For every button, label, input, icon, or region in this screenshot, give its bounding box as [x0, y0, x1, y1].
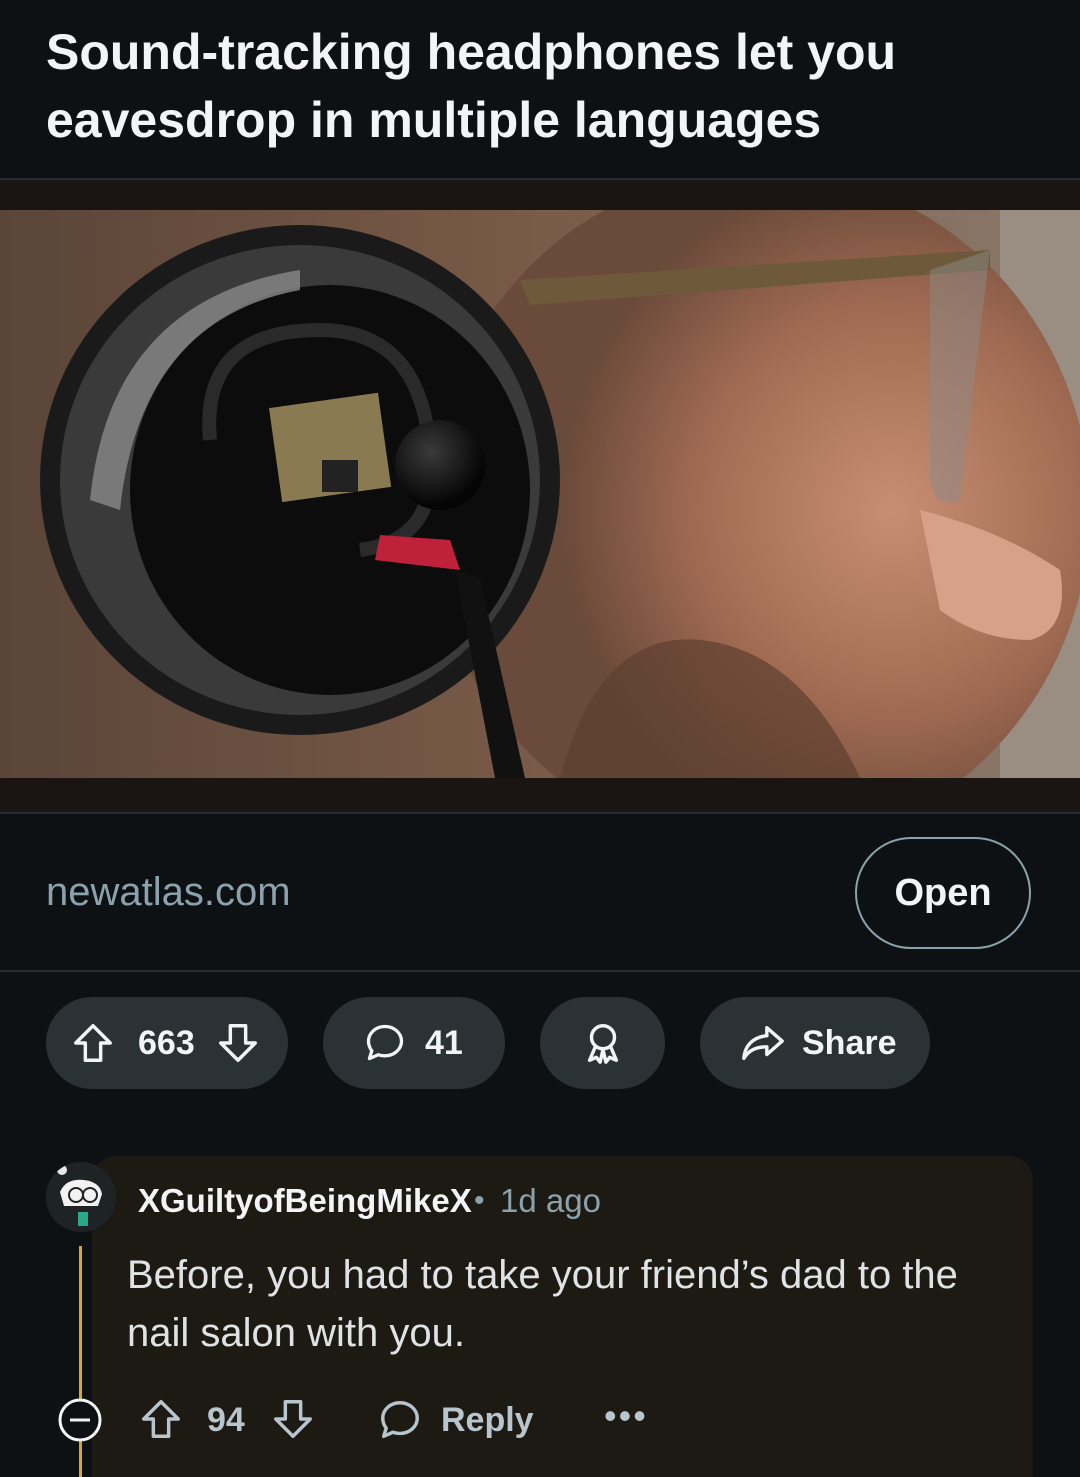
comment-count: 41 — [425, 1023, 463, 1062]
avatar[interactable] — [46, 1162, 116, 1232]
reply-button[interactable]: Reply — [441, 1398, 534, 1442]
post-image[interactable] — [0, 210, 1080, 778]
comment-body: Before, you had to take your friend’s da… — [127, 1253, 958, 1355]
comment-upvote-count: 94 — [207, 1401, 245, 1439]
post-title[interactable]: Sound-tracking headphones let you eavesd… — [46, 18, 1026, 154]
comments-button[interactable]: 41 — [323, 997, 505, 1089]
share-arrow-icon — [740, 1020, 786, 1066]
speech-bubble-icon — [363, 1021, 407, 1065]
open-link-button[interactable]: Open — [855, 837, 1031, 949]
divider — [0, 812, 1080, 814]
link-domain[interactable]: newatlas.com — [46, 866, 291, 918]
vote-bar: 663 — [46, 997, 288, 1089]
collapse-thread-icon[interactable] — [57, 1397, 103, 1443]
comment-username[interactable]: XGuiltyofBeingMikeX — [138, 1180, 472, 1222]
award-icon — [580, 1020, 626, 1066]
meta-separator: • — [474, 1184, 485, 1217]
share-label: Share — [802, 1023, 897, 1062]
divider — [0, 970, 1080, 972]
award-button[interactable] — [540, 997, 665, 1089]
upvote-count: 663 — [138, 1023, 195, 1062]
share-button[interactable]: Share — [700, 997, 930, 1089]
arrow-down-icon[interactable] — [215, 1020, 261, 1066]
reply-bubble-icon[interactable] — [377, 1397, 423, 1448]
arrow-up-icon[interactable] — [70, 1020, 116, 1066]
comment-downvote-icon[interactable] — [270, 1396, 316, 1447]
more-options-icon[interactable]: ••• — [604, 1394, 648, 1438]
comment-upvote-icon[interactable] — [138, 1396, 184, 1447]
comment-age: 1d ago — [500, 1182, 601, 1219]
post-header: Sound-tracking headphones let you eavesd… — [0, 0, 1080, 178]
